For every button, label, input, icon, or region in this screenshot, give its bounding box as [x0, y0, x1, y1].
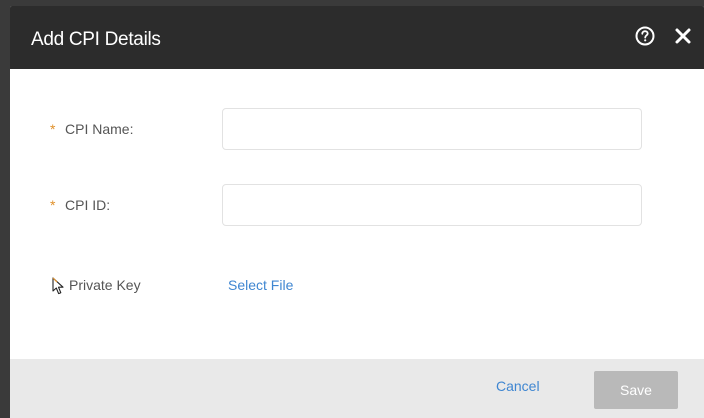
cpi-id-label: CPI ID:	[65, 197, 111, 213]
cpi-name-input[interactable]	[222, 108, 642, 150]
cancel-button[interactable]: Cancel	[496, 378, 540, 394]
cpi-id-input[interactable]	[222, 184, 642, 226]
dialog-header: Add CPI Details	[10, 6, 704, 69]
cpi-name-label: CPI Name:	[65, 121, 134, 137]
private-key-label: Private Key	[69, 277, 141, 293]
help-circle-icon[interactable]	[634, 25, 656, 47]
private-key-row: Private Key Select File	[10, 274, 704, 298]
cpi-id-row: * CPI ID:	[10, 184, 704, 228]
close-icon[interactable]	[673, 26, 693, 46]
dialog-footer: Cancel Save	[10, 359, 704, 418]
select-file-link[interactable]: Select File	[228, 277, 293, 293]
cpi-name-row: * CPI Name:	[10, 108, 704, 152]
required-mark: *	[50, 197, 56, 213]
dialog-title: Add CPI Details	[31, 29, 161, 50]
add-cpi-dialog: Add CPI Details * CPI Name: * CPI ID: Pr…	[10, 6, 704, 418]
required-mark: *	[50, 121, 56, 137]
mouse-cursor-icon	[52, 277, 64, 295]
save-button[interactable]: Save	[594, 371, 678, 409]
